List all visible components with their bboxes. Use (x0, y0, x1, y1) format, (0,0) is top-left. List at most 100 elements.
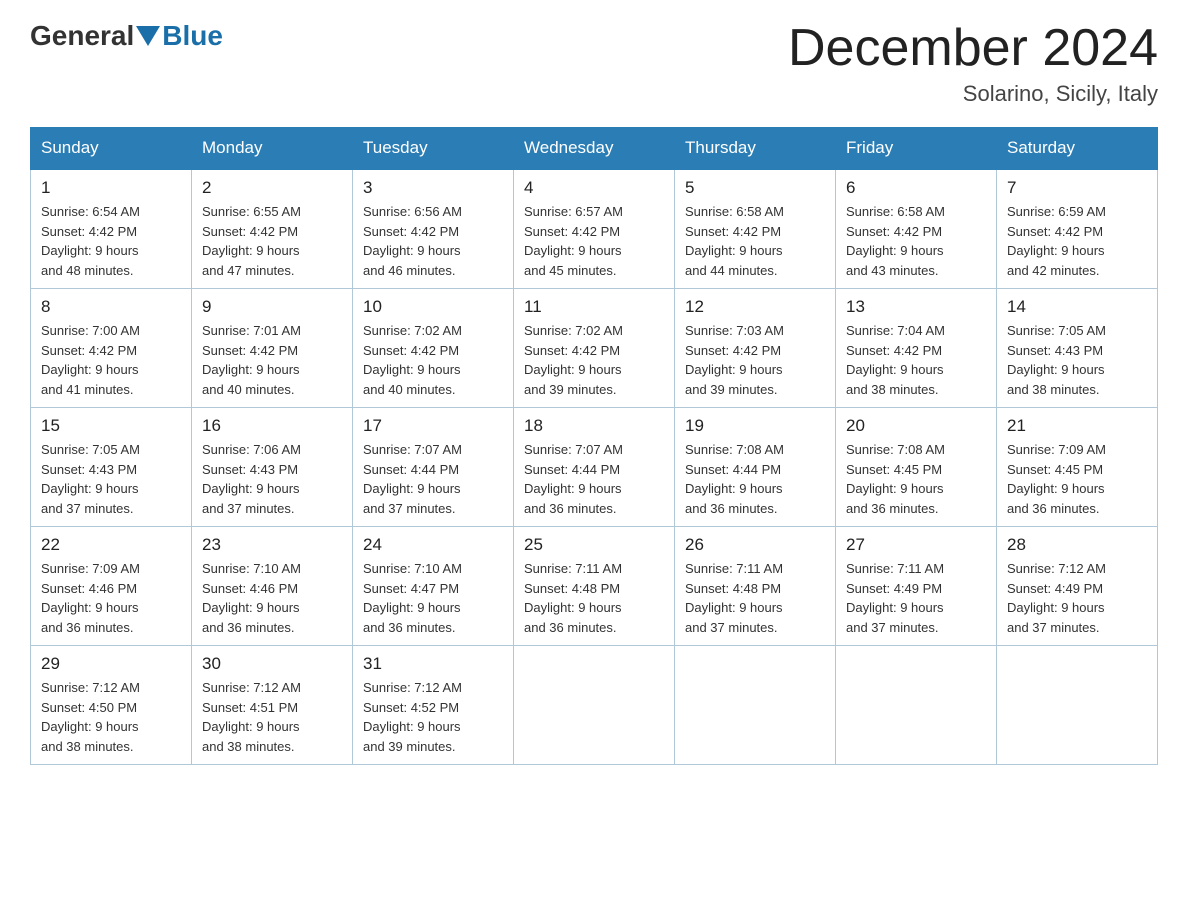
day-info: Sunrise: 7:11 AMSunset: 4:49 PMDaylight:… (846, 559, 986, 637)
calendar-day-cell: 7 Sunrise: 6:59 AMSunset: 4:42 PMDaylight… (997, 169, 1158, 289)
day-info: Sunrise: 7:08 AMSunset: 4:45 PMDaylight:… (846, 440, 986, 518)
day-number: 2 (202, 178, 342, 198)
day-number: 19 (685, 416, 825, 436)
day-number: 20 (846, 416, 986, 436)
day-info: Sunrise: 6:55 AMSunset: 4:42 PMDaylight:… (202, 202, 342, 280)
calendar-day-header: Saturday (997, 128, 1158, 170)
calendar-day-cell: 2 Sunrise: 6:55 AMSunset: 4:42 PMDaylight… (192, 169, 353, 289)
day-info: Sunrise: 7:01 AMSunset: 4:42 PMDaylight:… (202, 321, 342, 399)
calendar-day-cell: 3 Sunrise: 6:56 AMSunset: 4:42 PMDaylight… (353, 169, 514, 289)
calendar-week-row: 29 Sunrise: 7:12 AMSunset: 4:50 PMDayligh… (31, 646, 1158, 765)
day-number: 4 (524, 178, 664, 198)
day-number: 3 (363, 178, 503, 198)
location-subtitle: Solarino, Sicily, Italy (788, 81, 1158, 107)
calendar-week-row: 8 Sunrise: 7:00 AMSunset: 4:42 PMDaylight… (31, 289, 1158, 408)
day-number: 18 (524, 416, 664, 436)
calendar-day-cell: 30Sunrise: 7:12 AMSunset: 4:51 PMDayligh… (192, 646, 353, 765)
day-number: 17 (363, 416, 503, 436)
day-info: Sunrise: 7:03 AMSunset: 4:42 PMDaylight:… (685, 321, 825, 399)
calendar-day-cell: 21 Sunrise: 7:09 AMSunset: 4:45 PMDayligh… (997, 408, 1158, 527)
calendar-day-cell: 28Sunrise: 7:12 AMSunset: 4:49 PMDayligh… (997, 527, 1158, 646)
day-info: Sunrise: 7:12 AMSunset: 4:50 PMDaylight:… (41, 678, 181, 756)
day-number: 16 (202, 416, 342, 436)
calendar-day-cell: 12 Sunrise: 7:03 AMSunset: 4:42 PMDayligh… (675, 289, 836, 408)
day-number: 29 (41, 654, 181, 674)
day-info: Sunrise: 7:12 AMSunset: 4:49 PMDaylight:… (1007, 559, 1147, 637)
day-info: Sunrise: 6:56 AMSunset: 4:42 PMDaylight:… (363, 202, 503, 280)
day-number: 5 (685, 178, 825, 198)
day-info: Sunrise: 7:02 AMSunset: 4:42 PMDaylight:… (524, 321, 664, 399)
day-number: 12 (685, 297, 825, 317)
calendar-day-cell: 16 Sunrise: 7:06 AMSunset: 4:43 PMDayligh… (192, 408, 353, 527)
calendar-week-row: 1 Sunrise: 6:54 AMSunset: 4:42 PMDaylight… (31, 169, 1158, 289)
day-info: Sunrise: 6:58 AMSunset: 4:42 PMDaylight:… (846, 202, 986, 280)
logo-triangle-icon (136, 26, 160, 46)
calendar-day-cell: 14 Sunrise: 7:05 AMSunset: 4:43 PMDayligh… (997, 289, 1158, 408)
calendar-day-cell: 11 Sunrise: 7:02 AMSunset: 4:42 PMDayligh… (514, 289, 675, 408)
calendar-day-header: Tuesday (353, 128, 514, 170)
day-number: 30 (202, 654, 342, 674)
calendar-day-cell: 24Sunrise: 7:10 AMSunset: 4:47 PMDayligh… (353, 527, 514, 646)
calendar-day-header: Monday (192, 128, 353, 170)
day-info: Sunrise: 7:02 AMSunset: 4:42 PMDaylight:… (363, 321, 503, 399)
page-header: General Blue December 2024 Solarino, Sic… (30, 20, 1158, 107)
day-number: 13 (846, 297, 986, 317)
title-area: December 2024 Solarino, Sicily, Italy (788, 20, 1158, 107)
calendar-week-row: 22Sunrise: 7:09 AMSunset: 4:46 PMDayligh… (31, 527, 1158, 646)
day-number: 8 (41, 297, 181, 317)
calendar-day-cell: 8 Sunrise: 7:00 AMSunset: 4:42 PMDaylight… (31, 289, 192, 408)
calendar-day-cell: 15 Sunrise: 7:05 AMSunset: 4:43 PMDayligh… (31, 408, 192, 527)
day-number: 9 (202, 297, 342, 317)
day-info: Sunrise: 7:05 AMSunset: 4:43 PMDaylight:… (41, 440, 181, 518)
month-title: December 2024 (788, 20, 1158, 77)
logo-general-text: General (30, 20, 134, 52)
day-info: Sunrise: 7:05 AMSunset: 4:43 PMDaylight:… (1007, 321, 1147, 399)
calendar-day-cell (514, 646, 675, 765)
day-info: Sunrise: 7:11 AMSunset: 4:48 PMDaylight:… (524, 559, 664, 637)
day-number: 24 (363, 535, 503, 555)
calendar-day-cell: 26Sunrise: 7:11 AMSunset: 4:48 PMDayligh… (675, 527, 836, 646)
day-info: Sunrise: 7:06 AMSunset: 4:43 PMDaylight:… (202, 440, 342, 518)
calendar-day-cell: 31Sunrise: 7:12 AMSunset: 4:52 PMDayligh… (353, 646, 514, 765)
day-info: Sunrise: 7:12 AMSunset: 4:52 PMDaylight:… (363, 678, 503, 756)
day-number: 22 (41, 535, 181, 555)
day-number: 7 (1007, 178, 1147, 198)
day-info: Sunrise: 6:58 AMSunset: 4:42 PMDaylight:… (685, 202, 825, 280)
day-number: 21 (1007, 416, 1147, 436)
calendar-day-cell: 23Sunrise: 7:10 AMSunset: 4:46 PMDayligh… (192, 527, 353, 646)
calendar-day-cell: 13 Sunrise: 7:04 AMSunset: 4:42 PMDayligh… (836, 289, 997, 408)
day-number: 1 (41, 178, 181, 198)
day-info: Sunrise: 6:59 AMSunset: 4:42 PMDaylight:… (1007, 202, 1147, 280)
calendar-day-cell (997, 646, 1158, 765)
calendar-day-cell: 18Sunrise: 7:07 AMSunset: 4:44 PMDayligh… (514, 408, 675, 527)
day-info: Sunrise: 7:04 AMSunset: 4:42 PMDaylight:… (846, 321, 986, 399)
day-number: 11 (524, 297, 664, 317)
day-info: Sunrise: 7:00 AMSunset: 4:42 PMDaylight:… (41, 321, 181, 399)
day-number: 10 (363, 297, 503, 317)
day-info: Sunrise: 7:08 AMSunset: 4:44 PMDaylight:… (685, 440, 825, 518)
day-number: 6 (846, 178, 986, 198)
day-info: Sunrise: 7:09 AMSunset: 4:45 PMDaylight:… (1007, 440, 1147, 518)
calendar-day-cell: 9 Sunrise: 7:01 AMSunset: 4:42 PMDaylight… (192, 289, 353, 408)
calendar-day-cell: 10 Sunrise: 7:02 AMSunset: 4:42 PMDayligh… (353, 289, 514, 408)
day-number: 15 (41, 416, 181, 436)
calendar-day-cell: 22Sunrise: 7:09 AMSunset: 4:46 PMDayligh… (31, 527, 192, 646)
calendar-day-cell (836, 646, 997, 765)
day-info: Sunrise: 6:57 AMSunset: 4:42 PMDaylight:… (524, 202, 664, 280)
calendar-day-header: Wednesday (514, 128, 675, 170)
calendar-header-row: SundayMondayTuesdayWednesdayThursdayFrid… (31, 128, 1158, 170)
calendar-day-header: Sunday (31, 128, 192, 170)
day-info: Sunrise: 6:54 AMSunset: 4:42 PMDaylight:… (41, 202, 181, 280)
calendar-day-cell: 6 Sunrise: 6:58 AMSunset: 4:42 PMDaylight… (836, 169, 997, 289)
calendar-day-cell: 1 Sunrise: 6:54 AMSunset: 4:42 PMDaylight… (31, 169, 192, 289)
calendar-day-cell: 17 Sunrise: 7:07 AMSunset: 4:44 PMDayligh… (353, 408, 514, 527)
calendar-week-row: 15 Sunrise: 7:05 AMSunset: 4:43 PMDayligh… (31, 408, 1158, 527)
day-number: 25 (524, 535, 664, 555)
logo-blue-text: Blue (162, 20, 223, 52)
calendar-day-cell: 29 Sunrise: 7:12 AMSunset: 4:50 PMDayligh… (31, 646, 192, 765)
logo: General Blue (30, 20, 223, 52)
calendar-day-header: Friday (836, 128, 997, 170)
day-info: Sunrise: 7:11 AMSunset: 4:48 PMDaylight:… (685, 559, 825, 637)
day-info: Sunrise: 7:07 AMSunset: 4:44 PMDaylight:… (363, 440, 503, 518)
day-number: 14 (1007, 297, 1147, 317)
